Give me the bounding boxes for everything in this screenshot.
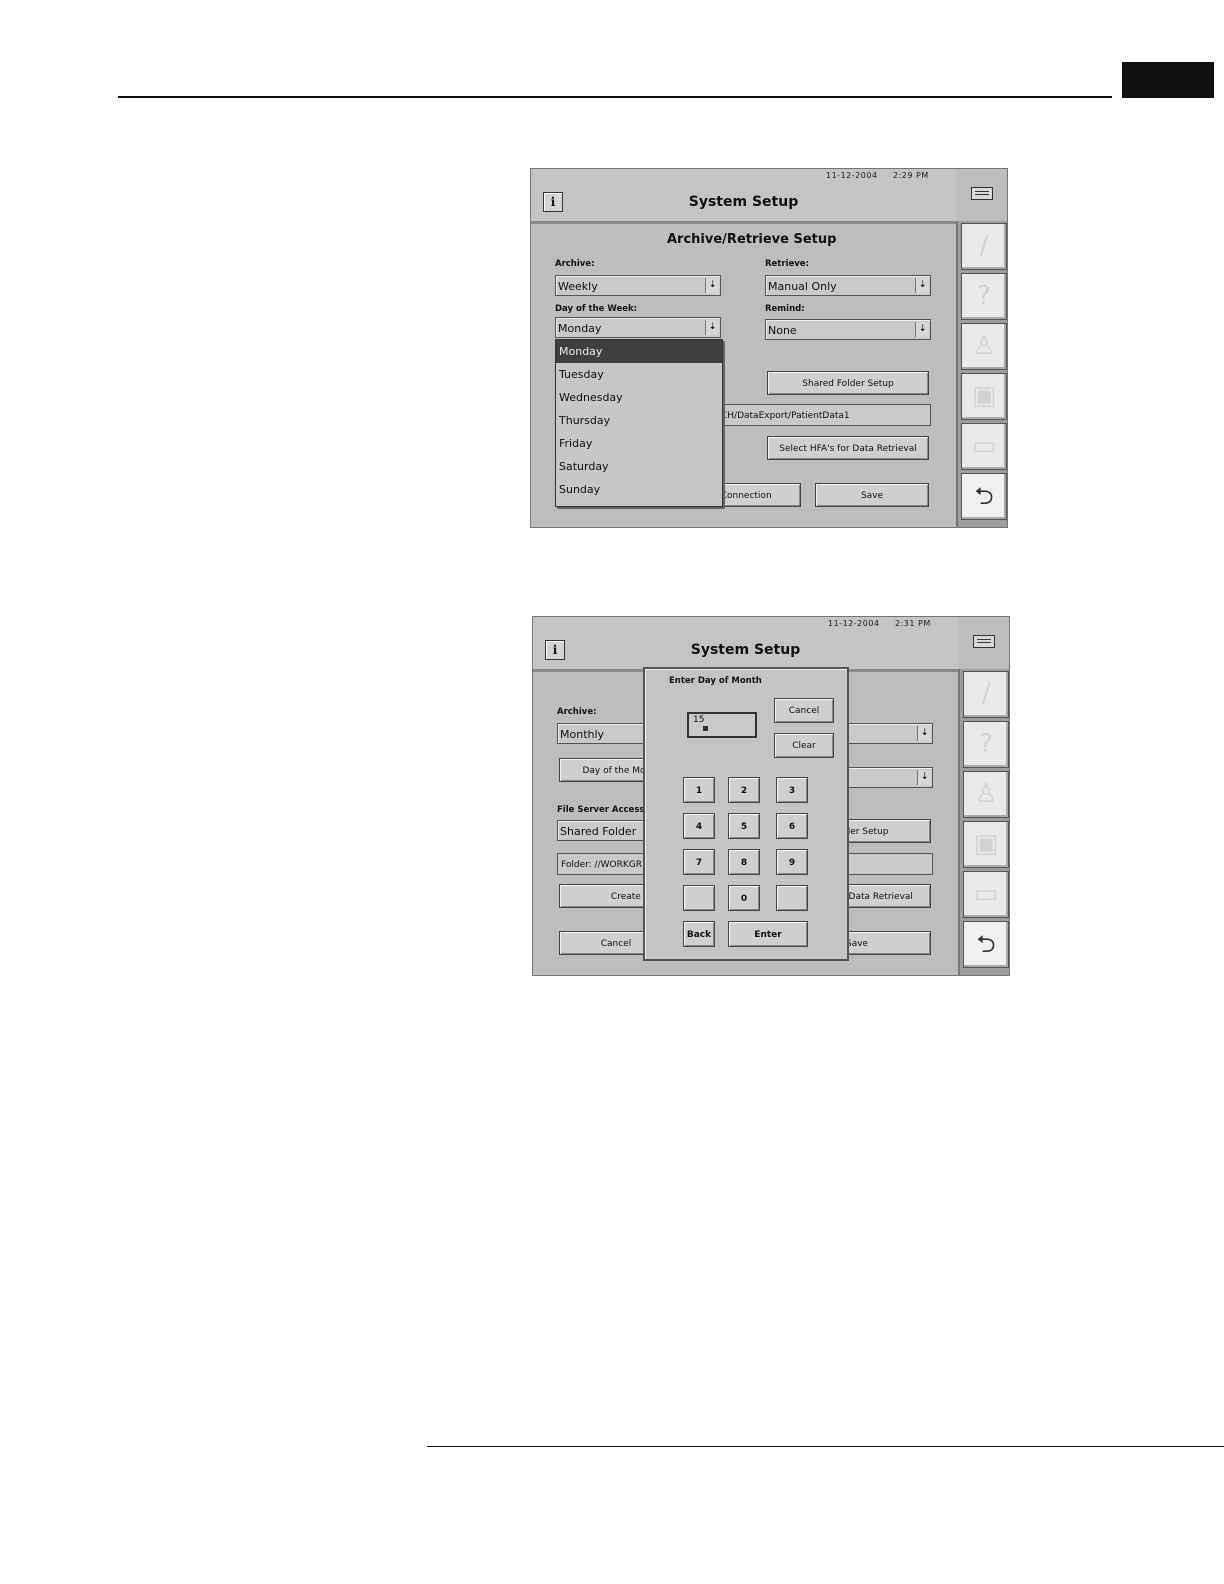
remind-value: None — [768, 324, 797, 337]
day-of-week-select[interactable]: Monday ⇣ — [555, 317, 721, 338]
return-button[interactable]: ⮌ — [963, 921, 1009, 968]
system-setup-screen-monthly: 11-12-2004 2:31 PM i System Setup Archiv… — [532, 616, 1010, 976]
day-of-month-value: 15 — [693, 715, 705, 725]
time-readout: 2:31 PM — [895, 619, 931, 628]
dialog-cancel-button[interactable]: Cancel — [774, 698, 834, 723]
return-icon: ⮌ — [974, 482, 994, 510]
key-2[interactable]: 2 — [728, 777, 760, 803]
archive-value: Weekly — [558, 280, 598, 293]
printer-icon: ▭ — [973, 879, 999, 909]
day-of-week-value: Monday — [558, 322, 602, 335]
day-of-week-label: Day of the Week: — [555, 304, 638, 314]
header-bar: 11-12-2004 2:31 PM i System Setup — [533, 617, 958, 672]
archive-select[interactable]: Weekly ⇣ — [555, 275, 721, 296]
screen-title: System Setup — [688, 194, 799, 210]
key-6[interactable]: 6 — [776, 813, 808, 839]
time-readout: 2:29 PM — [893, 171, 929, 180]
person-button[interactable]: ♙ — [963, 771, 1009, 818]
enter-day-of-month-dialog: Enter Day of Month 15 Cancel Clear 1 2 3… — [643, 667, 849, 961]
print-button[interactable]: ▭ — [963, 871, 1009, 918]
key-9[interactable]: 9 — [776, 849, 808, 875]
option-saturday[interactable]: Saturday — [556, 455, 722, 478]
person-icon: ♙ — [972, 331, 996, 361]
screen-title: System Setup — [690, 642, 801, 658]
dialog-title: Enter Day of Month — [669, 676, 762, 686]
keyboard-icon[interactable] — [973, 635, 995, 648]
print-button[interactable]: ▭ — [961, 423, 1007, 470]
save-disk-button[interactable]: ▣ — [961, 373, 1007, 420]
shared-folder-setup-button[interactable]: Shared Folder Setup — [767, 371, 929, 395]
dropdown-arrow-icon[interactable]: ⇣ — [705, 278, 719, 293]
disk-icon: ▣ — [971, 381, 997, 411]
keyboard-icon[interactable] — [971, 187, 993, 200]
page-header-rule — [118, 96, 1112, 98]
page-footer-rule — [427, 1446, 1224, 1447]
sidebar-toolbar: ∕ ? ♙ ▣ ▭ ⮌ — [956, 221, 1007, 527]
option-friday[interactable]: Friday — [556, 432, 722, 455]
text-cursor — [703, 726, 708, 731]
archive-label: Archive: — [557, 707, 597, 717]
return-button[interactable]: ⮌ — [961, 473, 1007, 520]
header-bar: 11-12-2004 2:29 PM i System Setup — [531, 169, 956, 224]
option-monday[interactable]: Monday — [556, 340, 722, 363]
day-of-month-input[interactable]: 15 — [687, 712, 757, 738]
day-of-week-dropdown-list[interactable]: Monday Tuesday Wednesday Thursday Friday… — [555, 339, 723, 507]
dialog-clear-button[interactable]: Clear — [774, 733, 834, 758]
help-icon: ? — [979, 729, 993, 759]
remind-select[interactable]: None ⇣ — [765, 319, 931, 340]
save-button[interactable]: Save — [815, 483, 929, 507]
system-setup-screen-weekly: 11-12-2004 2:29 PM i System Setup Archiv… — [530, 168, 1008, 528]
dropdown-arrow-icon[interactable]: ⇣ — [917, 770, 931, 785]
option-sunday[interactable]: Sunday — [556, 478, 722, 501]
folder-path-field[interactable]: CH/DataExport/PatientData1 — [717, 404, 931, 426]
sidebar-toolbar: ∕ ? ♙ ▣ ▭ ⮌ — [958, 669, 1009, 975]
date-readout: 11-12-2004 — [826, 171, 878, 180]
enter-button[interactable]: Enter — [728, 921, 808, 947]
disk-icon: ▣ — [973, 829, 999, 859]
pen-icon: ∕ — [981, 679, 991, 709]
archive-value: Monthly — [560, 728, 605, 741]
key-blank-right[interactable] — [776, 885, 808, 911]
key-8[interactable]: 8 — [728, 849, 760, 875]
retrieve-value: Manual Only — [768, 280, 837, 293]
key-0[interactable]: 0 — [728, 885, 760, 911]
pen-button[interactable]: ∕ — [961, 223, 1007, 270]
printer-icon: ▭ — [971, 431, 997, 461]
key-7[interactable]: 7 — [683, 849, 715, 875]
key-3[interactable]: 3 — [776, 777, 808, 803]
dropdown-arrow-icon[interactable]: ⇣ — [915, 278, 929, 293]
back-button[interactable]: Back — [683, 921, 715, 947]
person-button[interactable]: ♙ — [961, 323, 1007, 370]
return-icon: ⮌ — [976, 930, 996, 958]
section-title: Archive/Retrieve Setup — [667, 232, 837, 247]
page-section-tab — [1122, 62, 1214, 98]
file-server-access-label: File Server Access — [557, 805, 645, 815]
option-tuesday[interactable]: Tuesday — [556, 363, 722, 386]
key-blank-left[interactable] — [683, 885, 715, 911]
file-server-access-value: Shared Folder — [560, 825, 637, 838]
key-4[interactable]: 4 — [683, 813, 715, 839]
option-thursday[interactable]: Thursday — [556, 409, 722, 432]
dropdown-arrow-icon[interactable]: ⇣ — [917, 726, 931, 741]
option-wednesday[interactable]: Wednesday — [556, 386, 722, 409]
dropdown-arrow-icon[interactable]: ⇣ — [915, 322, 929, 337]
archive-label: Archive: — [555, 259, 595, 269]
help-button[interactable]: ? — [963, 721, 1009, 768]
retrieve-select[interactable]: Manual Only ⇣ — [765, 275, 931, 296]
person-icon: ♙ — [974, 779, 998, 809]
key-5[interactable]: 5 — [728, 813, 760, 839]
save-disk-button[interactable]: ▣ — [963, 821, 1009, 868]
pen-button[interactable]: ∕ — [963, 671, 1009, 718]
remind-label: Remind: — [765, 304, 805, 314]
help-button[interactable]: ? — [961, 273, 1007, 320]
date-readout: 11-12-2004 — [828, 619, 880, 628]
select-hfas-button[interactable]: Select HFA's for Data Retrieval — [767, 436, 929, 460]
key-1[interactable]: 1 — [683, 777, 715, 803]
pen-icon: ∕ — [979, 231, 989, 261]
retrieve-label: Retrieve: — [765, 259, 809, 269]
help-icon: ? — [977, 281, 991, 311]
dropdown-arrow-icon[interactable]: ⇣ — [705, 320, 719, 335]
